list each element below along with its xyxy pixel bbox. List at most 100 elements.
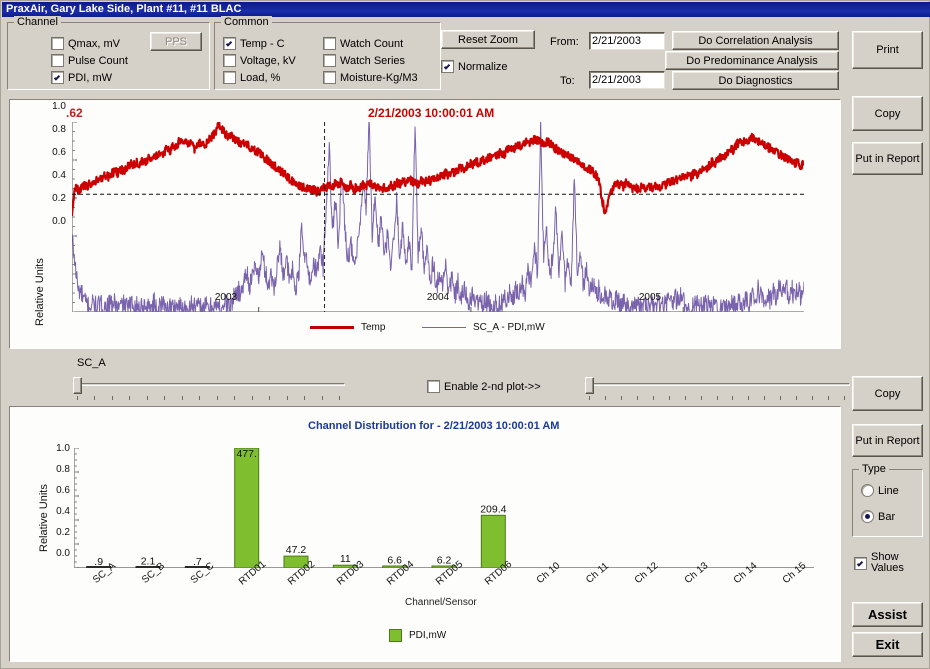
checkbox-box-icon[interactable] (51, 54, 64, 67)
radio-type-bar[interactable]: Bar (861, 510, 895, 523)
checkbox-label: Qmax, mV (68, 37, 120, 50)
from-date-input[interactable]: 2/21/2003 (589, 32, 665, 50)
legend-item-pdi-bar: PDI,mW (389, 629, 446, 642)
to-date-input[interactable]: 2/21/2003 (589, 71, 665, 89)
checkbox-label: Moisture-Kg/M3 (340, 71, 418, 84)
distribution-x-axis-label: Channel/Sensor (405, 597, 477, 608)
checkbox-label: Pulse Count (68, 54, 128, 67)
right-trackbar[interactable] (585, 375, 850, 402)
window-title: PraxAir, Gary Lake Side, Plant #11, #11 … (6, 3, 242, 15)
trend-corner-value: .62 (66, 106, 83, 120)
checkbox-show-values[interactable]: Show Values (854, 552, 904, 574)
left-trackbar[interactable] (73, 375, 345, 402)
exit-button[interactable]: Exit (852, 632, 923, 657)
slider-strip: SC_A Enable 2-nd plot->> (9, 351, 850, 403)
y-tick: 0.0 (56, 548, 70, 559)
toolbar: Channel Qmax, mV Pulse Count PDI, mW PPS… (3, 16, 929, 96)
button-label: Assist (867, 607, 908, 622)
button-label: Print (876, 44, 899, 56)
button-label: Put in Report (855, 434, 920, 447)
checkbox-box-icon[interactable] (323, 37, 336, 50)
radio-circle-icon[interactable] (861, 510, 874, 523)
checkbox-label: PDI, mW (68, 71, 112, 84)
button-label: Do Diagnostics (718, 74, 793, 87)
legend-label: SC_A - PDI,mW (473, 322, 545, 333)
trackbar-groove[interactable] (585, 383, 850, 386)
trackbar-groove[interactable] (73, 383, 345, 386)
checkbox-pulse-count[interactable]: Pulse Count (51, 54, 128, 67)
checkbox-box-icon[interactable] (51, 71, 64, 84)
reset-zoom-button[interactable]: Reset Zoom (441, 30, 535, 49)
slider-channel-label: SC_A (77, 357, 106, 369)
y-tick: 0.4 (52, 170, 66, 181)
radio-type-line[interactable]: Line (861, 484, 899, 497)
y-tick: 0.8 (56, 464, 70, 475)
checkbox-pdi-mw[interactable]: PDI, mW (51, 71, 112, 84)
svg-text:477.: 477. (236, 448, 256, 460)
legend-color-swatch (389, 629, 402, 642)
trackbar-thumb[interactable] (73, 377, 82, 394)
y-tick: 0.6 (52, 147, 66, 158)
checkbox-box-icon[interactable] (223, 71, 236, 84)
checkbox-box-icon[interactable] (323, 54, 336, 67)
svg-text:.9: .9 (94, 556, 103, 568)
checkbox-temp-c[interactable]: Temp - C (223, 37, 285, 50)
svg-text:209.4: 209.4 (480, 503, 506, 515)
checkbox-watch-series[interactable]: Watch Series (323, 54, 405, 67)
checkbox-box-icon[interactable] (51, 37, 64, 50)
button-label: Do Correlation Analysis (698, 34, 813, 47)
checkbox-label: Watch Count (340, 37, 404, 50)
type-group: Type Line Bar (852, 463, 923, 537)
pps-button[interactable]: PPS (150, 32, 202, 51)
y-tick: 0.8 (52, 124, 66, 135)
radio-circle-icon[interactable] (861, 484, 874, 497)
application-window: PraxAir, Gary Lake Side, Plant #11, #11 … (0, 0, 930, 669)
checkbox-qmax[interactable]: Qmax, mV (51, 37, 120, 50)
trackbar-ticks (585, 396, 850, 401)
legend-item-pdi: SC_A - PDI,mW (422, 322, 545, 333)
trend-chart-panel: .62 2/21/2003 10:00:01 AM Relative Units… (9, 99, 841, 349)
button-label: Copy (874, 107, 901, 120)
radio-label: Bar (878, 510, 896, 523)
do-diagnostics-button[interactable]: Do Diagnostics (672, 71, 839, 90)
checkbox-box-icon[interactable] (223, 37, 236, 50)
y-tick: 0.4 (56, 506, 70, 517)
assist-button[interactable]: Assist (852, 602, 923, 627)
reset-zoom-label: Reset Zoom (458, 33, 518, 46)
x-tick: 2004 (426, 292, 450, 303)
channel-group-title: Channel (14, 16, 61, 28)
trackbar-thumb[interactable] (585, 377, 594, 394)
checkbox-moisture[interactable]: Moisture-Kg/M3 (323, 71, 418, 84)
checkbox-load-pct[interactable]: Load, % (223, 71, 280, 84)
svg-text:47.2: 47.2 (286, 544, 307, 556)
x-tick: 2005 (638, 292, 662, 303)
checkbox-box-icon[interactable] (323, 71, 336, 84)
y-tick: 0.6 (56, 485, 70, 496)
put-in-report-bottom-button[interactable]: Put in Report (852, 424, 923, 457)
checkbox-box-icon[interactable] (223, 54, 236, 67)
checkbox-voltage-kv[interactable]: Voltage, kV (223, 54, 296, 67)
from-label: From: (550, 36, 579, 48)
put-in-report-top-button[interactable]: Put in Report (852, 142, 923, 175)
common-group: Common Temp - C Voltage, kV Load, % Watc… (214, 16, 441, 90)
do-correlation-analysis-button[interactable]: Do Correlation Analysis (672, 31, 839, 50)
legend-line-swatch (422, 327, 466, 328)
checkbox-normalize[interactable]: Normalize (441, 60, 508, 73)
checkbox-watch-count[interactable]: Watch Count (323, 37, 403, 50)
print-button[interactable]: Print (852, 31, 923, 69)
legend-label: PDI,mW (409, 630, 447, 641)
radio-label: Line (878, 484, 899, 497)
checkbox-enable-2nd-plot[interactable]: Enable 2-nd plot->> (427, 380, 541, 393)
copy-bottom-button[interactable]: Copy (852, 376, 923, 411)
checkbox-label: Watch Series (340, 54, 406, 67)
copy-top-button[interactable]: Copy (852, 96, 923, 131)
checkbox-box-icon[interactable] (427, 380, 440, 393)
y-tick: 0.2 (52, 193, 66, 204)
button-label: Exit (875, 637, 900, 652)
checkbox-box-icon[interactable] (854, 556, 867, 570)
checkbox-label: Load, % (240, 71, 281, 84)
do-predominance-analysis-button[interactable]: Do Predominance Analysis (665, 51, 839, 70)
checkbox-box-icon[interactable] (441, 60, 454, 73)
svg-text:11: 11 (340, 553, 351, 565)
distribution-chart-title: Channel Distribution for - 2/21/2003 10:… (308, 420, 560, 432)
